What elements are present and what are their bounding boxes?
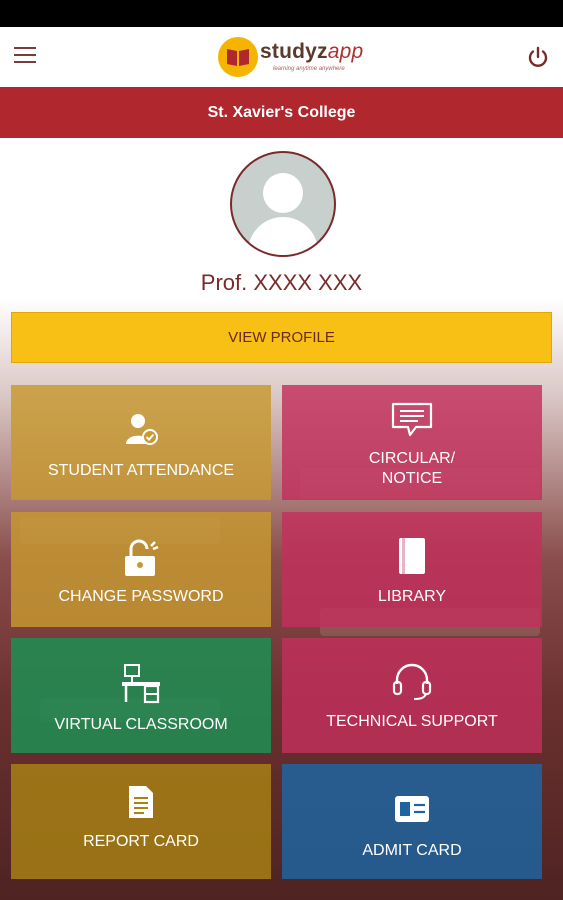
brand-main: studyz (260, 40, 328, 63)
tile-student-attendance[interactable]: STUDENT ATTENDANCE (11, 385, 271, 500)
tile-label: REPORT CARD (83, 833, 199, 850)
tile-circular-notice[interactable]: CIRCULAR/ NOTICE (282, 385, 542, 500)
college-name-banner: St. Xavier's College (0, 87, 563, 138)
book-icon (282, 536, 542, 581)
hamburger-line (14, 61, 36, 63)
tile-label-line1: CIRCULAR/ (368, 450, 456, 467)
view-profile-button[interactable]: VIEW PROFILE (11, 312, 552, 363)
power-icon (528, 46, 548, 67)
hamburger-line (14, 54, 36, 56)
tile-label: STUDENT ATTENDANCE (47, 462, 235, 479)
brand-accent: app (327, 40, 364, 63)
profile-name: Prof. XXXX XXX (200, 270, 363, 295)
id-card-icon (282, 794, 542, 829)
avatar[interactable] (230, 151, 336, 257)
menu-button[interactable] (14, 47, 36, 67)
tile-label: VIRTUAL CLASSROOM (54, 716, 228, 733)
book-logo-icon (218, 37, 258, 77)
tile-change-password[interactable]: CHANGE PASSWORD (11, 512, 271, 627)
tile-label-line2: NOTICE (381, 470, 443, 487)
tile-library[interactable]: LIBRARY (282, 512, 542, 627)
app-logo: studyzapp learning anytime anywhere (218, 35, 378, 79)
app-bar: studyzapp learning anytime anywhere (0, 27, 563, 87)
desk-icon (11, 662, 271, 709)
avatar-head (263, 173, 303, 213)
status-bar (0, 0, 563, 27)
brand-tagline: learning anytime anywhere (273, 66, 345, 72)
logout-button[interactable] (526, 45, 550, 69)
tile-technical-support[interactable]: TECHNICAL SUPPORT (282, 638, 542, 753)
tile-report-card[interactable]: REPORT CARD (11, 764, 271, 879)
brand-name: studyzapp (260, 40, 363, 64)
tile-label: ADMIT CARD (362, 842, 462, 859)
avatar-body (248, 217, 318, 255)
tile-label: LIBRARY (377, 588, 447, 605)
unlock-icon (11, 538, 271, 583)
speech-bubble-icon (282, 401, 542, 444)
headset-icon (282, 662, 542, 707)
tile-virtual-classroom[interactable]: VIRTUAL CLASSROOM (11, 638, 271, 753)
hamburger-icon (14, 47, 36, 49)
tile-label: TECHNICAL SUPPORT (326, 713, 498, 730)
user-check-icon (11, 411, 271, 452)
document-icon (11, 784, 271, 825)
tile-label: CHANGE PASSWORD (58, 588, 224, 605)
tile-admit-card[interactable]: ADMIT CARD (282, 764, 542, 879)
